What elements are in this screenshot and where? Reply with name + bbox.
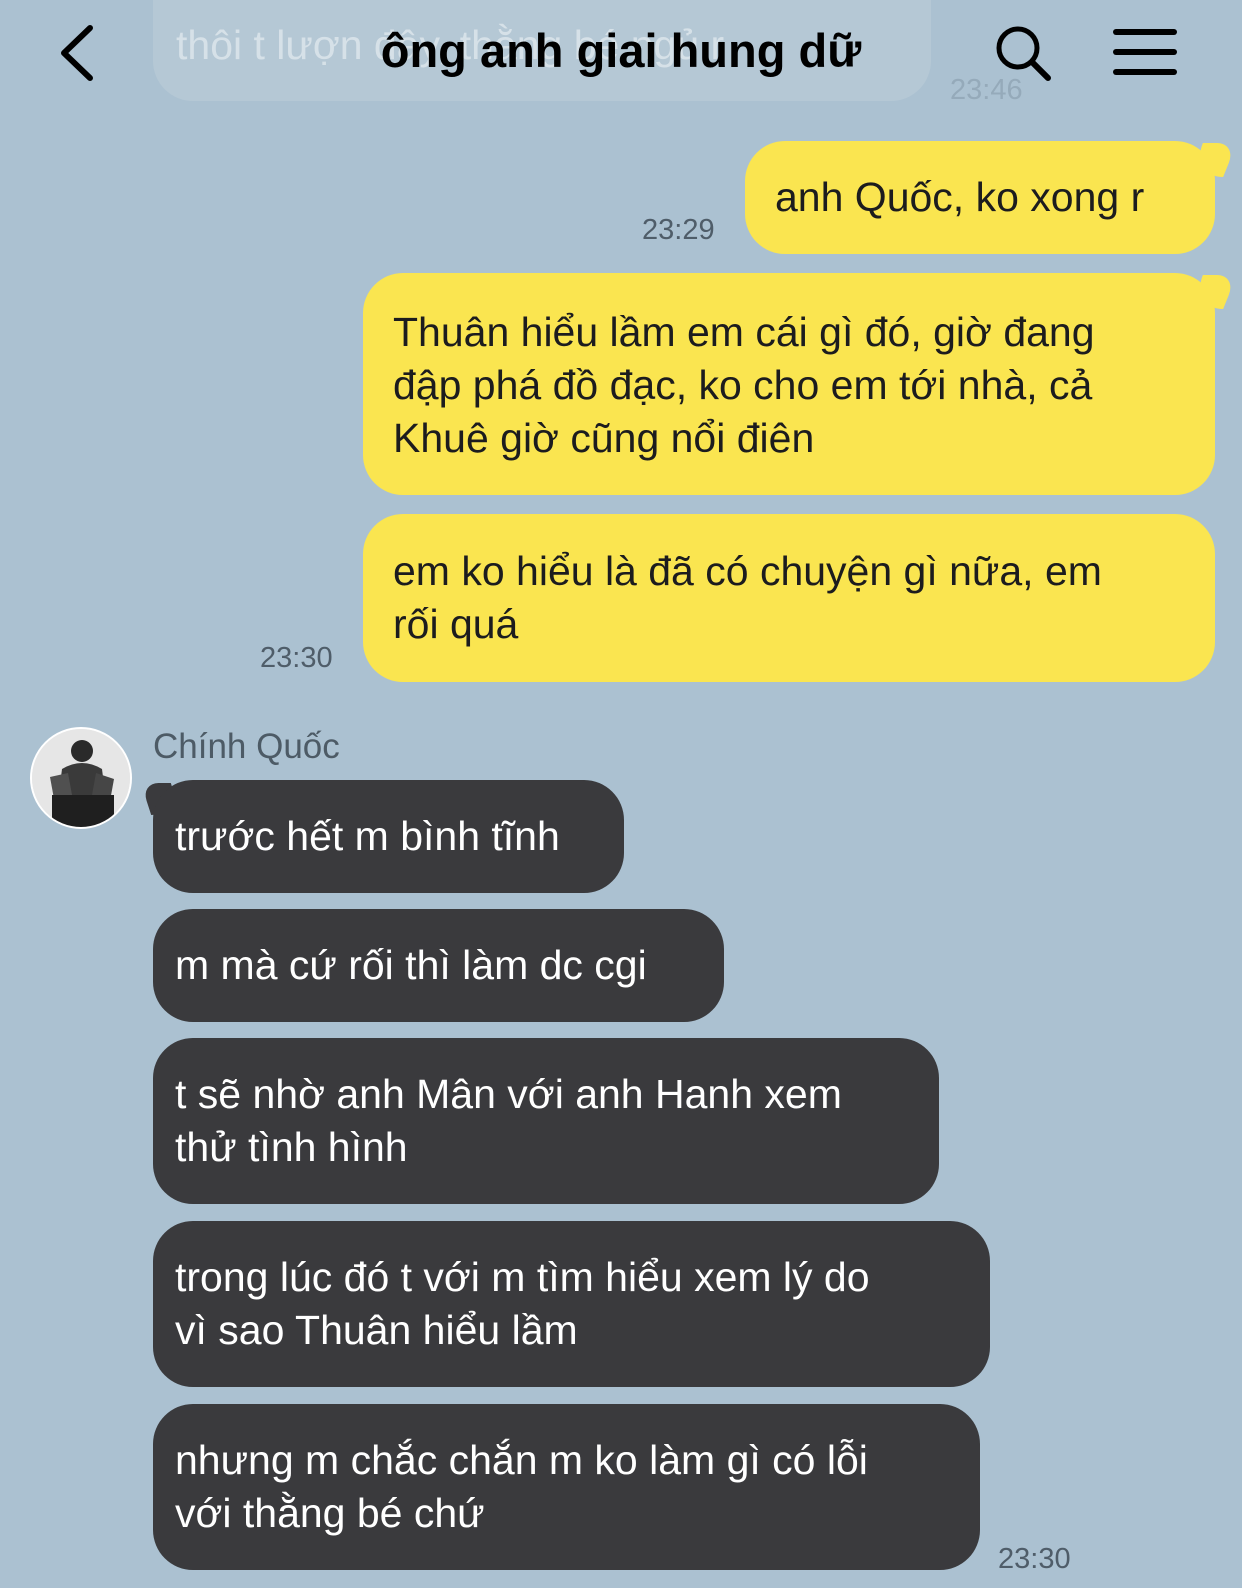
message-text-line: t sẽ nhờ anh Mân với anh Hanh xem	[175, 1071, 842, 1117]
chevron-left-icon	[61, 25, 93, 81]
outgoing-message[interactable]: em ko hiểu là đã có chuyện gì nữa, em rố…	[363, 514, 1215, 682]
search-icon	[996, 26, 1051, 81]
message-time: 23:30	[998, 1543, 1071, 1575]
message-text-line: với thằng bé chứ	[175, 1490, 485, 1536]
incoming-message[interactable]: trước hết m bình tĩnh	[153, 780, 624, 893]
message-text-line: Thuân hiểu lầm em cái gì đó, giờ đang	[393, 309, 1095, 355]
message-time: 23:29	[642, 214, 715, 246]
message-text-line: Khuê giờ cũng nổi điên	[393, 415, 815, 461]
incoming-message[interactable]: t sẽ nhờ anh Mân với anh Hanh xem thử tì…	[153, 1038, 939, 1204]
message-text-line: em ko hiểu là đã có chuyện gì nữa, em	[393, 548, 1102, 594]
outgoing-message[interactable]: Thuân hiểu lầm em cái gì đó, giờ đang đậ…	[363, 273, 1215, 495]
menu-button[interactable]	[1112, 18, 1178, 88]
message-text-line: nhưng m chắc chắn m ko làm gì có lỗi	[175, 1437, 868, 1483]
message-text: trước hết m bình tĩnh	[175, 813, 560, 859]
profile-photo	[32, 729, 130, 827]
back-button[interactable]	[52, 18, 108, 88]
message-time: 23:30	[260, 642, 333, 674]
outgoing-message[interactable]: anh Quốc, ko xong r	[745, 141, 1215, 254]
incoming-message[interactable]: m mà cứ rối thì làm dc cgi	[153, 909, 724, 1022]
incoming-message[interactable]: trong lúc đó t với m tìm hiểu xem lý do …	[153, 1221, 990, 1387]
message-text: anh Quốc, ko xong r	[775, 174, 1145, 220]
hamburger-menu-icon	[1113, 29, 1177, 75]
avatar[interactable]	[30, 727, 132, 829]
message-text-line: đập phá đồ đạc, ko cho em tới nhà, cả	[393, 362, 1093, 408]
message-text-line: trong lúc đó t với m tìm hiểu xem lý do	[175, 1254, 870, 1300]
message-text: m mà cứ rối thì làm dc cgi	[175, 942, 647, 988]
incoming-message[interactable]: nhưng m chắc chắn m ko làm gì có lỗi với…	[153, 1404, 980, 1570]
message-text-line: thử tình hình	[175, 1124, 408, 1170]
message-text-line: rối quá	[393, 601, 519, 647]
sender-name: Chính Quốc	[153, 727, 340, 766]
search-button[interactable]	[992, 18, 1056, 88]
message-text-line: vì sao Thuân hiểu lầm	[175, 1307, 578, 1353]
